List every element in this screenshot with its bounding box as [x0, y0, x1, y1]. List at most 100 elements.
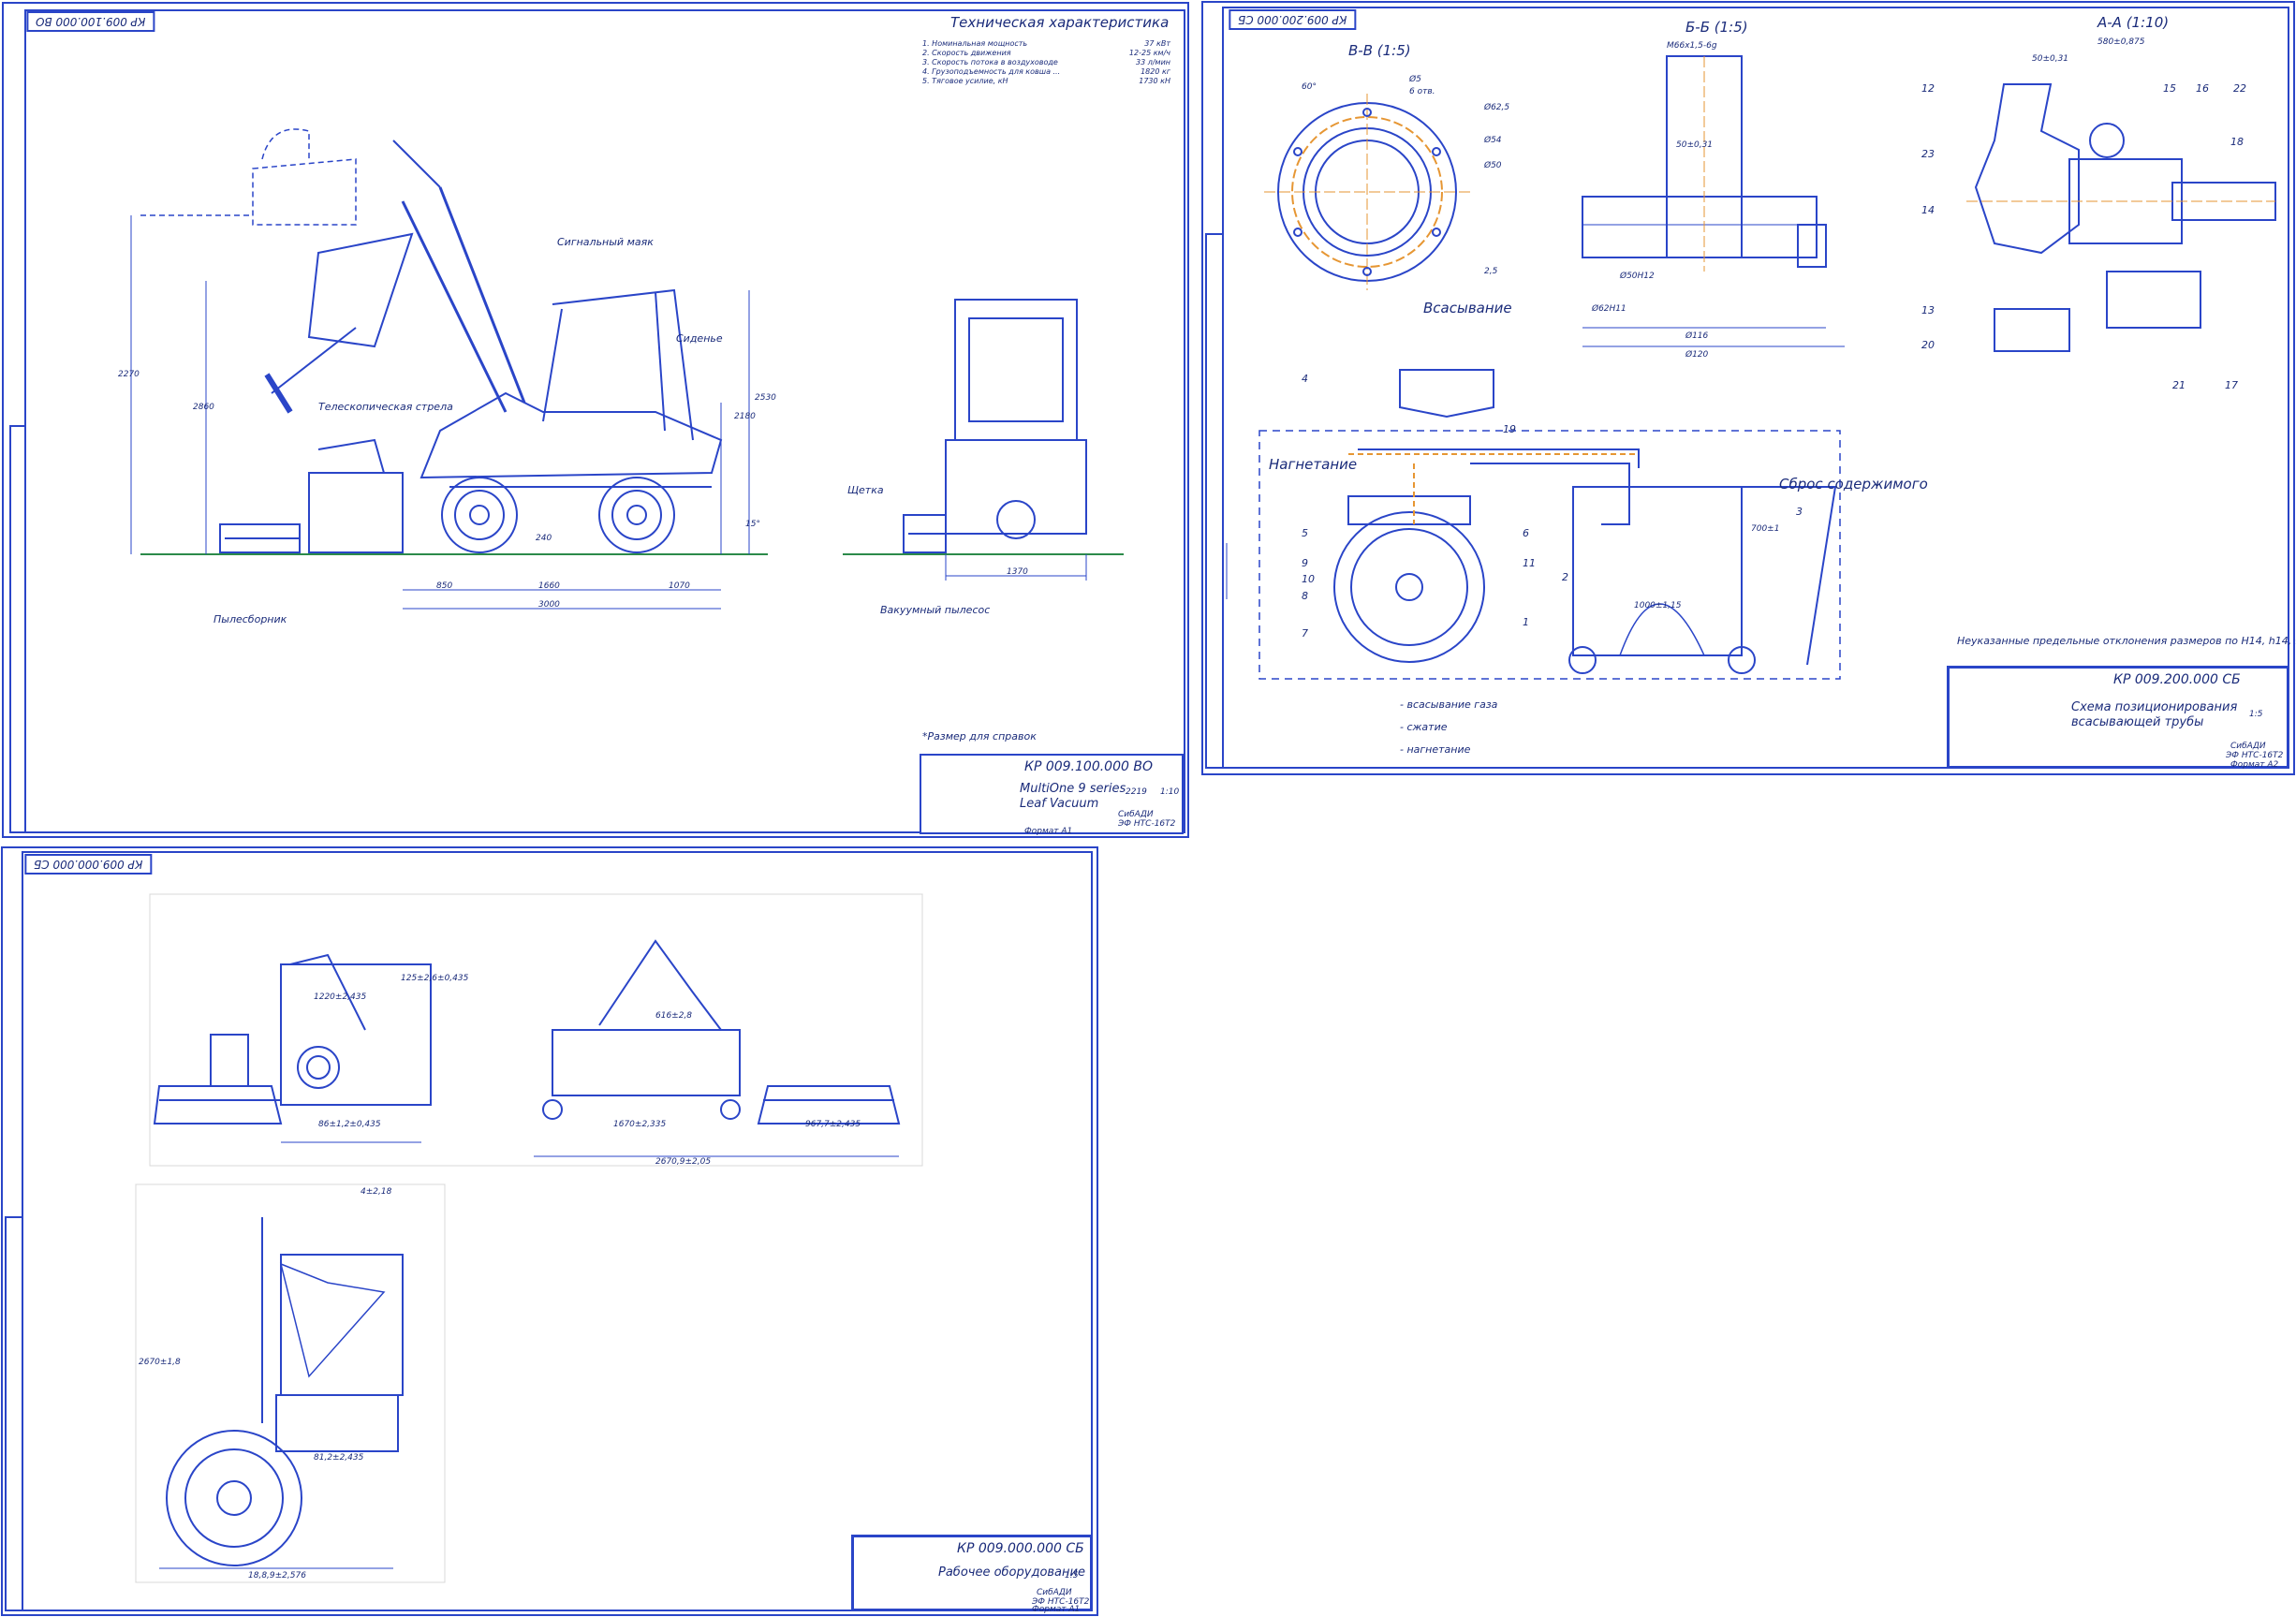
label-beacon: Сигнальный маяк: [557, 236, 654, 248]
view-bb-title: Б-Б (1:5): [1685, 19, 1748, 36]
spec-row: 4. Грузоподъемность для ковша ... 1820 кг: [922, 67, 1170, 76]
legend-discharge: - нагнетание: [1400, 743, 1471, 756]
dim-10: 1370: [1007, 567, 1028, 577]
leader-23: 23: [1921, 148, 1935, 160]
leader-10: 10: [1302, 573, 1315, 585]
leader-12: 12: [1921, 82, 1935, 95]
tank-dim-2: 700±1: [1751, 524, 1780, 534]
dim-11: 15°: [745, 520, 760, 529]
tb1-group: ЭФ НТС-16Т2: [1118, 819, 1176, 829]
spec-row: 1. Номинальная мощность 37 кВт: [922, 39, 1170, 48]
vv-dim-3: Ø50: [1484, 161, 1502, 170]
tb2-group: ЭФ НТС-16Т2: [2226, 751, 2284, 760]
tb1-format: Формат А1: [1024, 827, 1073, 836]
w-dim-1: 86±1,2±0,435: [318, 1120, 381, 1129]
spec-row: 2. Скорость движения 12-25 км/ч: [922, 49, 1170, 57]
w-dim-2: 1220±2,435: [314, 992, 367, 1002]
tb2-title2: всасывающей трубы: [2071, 715, 2204, 729]
label-pressure: Нагнетание: [1269, 456, 1358, 473]
label-suction: Всасывание: [1423, 300, 1512, 316]
w-dim-5: 967,7±2,435: [805, 1120, 861, 1129]
sheet3-title-block: КР 009.000.000 СБ Рабочее оборудование 1…: [852, 1536, 1092, 1614]
tb1-mass: 2219: [1126, 787, 1147, 797]
leader-14: 14: [1921, 204, 1935, 216]
tb1-scale: 1:10: [1160, 787, 1180, 797]
label-discharge: Сброс содержимого: [1779, 476, 1928, 492]
bb-dim-2: 50±0,31: [1676, 140, 1714, 150]
tolerance-note: Неуказанные предельные отклонения размер…: [1957, 635, 2296, 647]
sheet3-corner-stamp: КР 009.000.000 СБ: [24, 854, 153, 875]
spec-row: 3. Скорость потока в воздуховоде 33 л/мин: [922, 58, 1170, 66]
leader-17: 17: [2225, 379, 2238, 391]
tb2-title1: Схема позиционирования: [2071, 700, 2238, 714]
bb-dim-5: Ø62Н11: [1592, 304, 1626, 314]
vacuum-scheme: [1226, 369, 1841, 680]
dim-5: 240: [536, 534, 552, 543]
dim-9: 3000: [538, 600, 560, 610]
leader-18: 18: [2230, 136, 2244, 148]
view-aa: [1966, 83, 2276, 352]
legend-compression: - сжатие: [1400, 721, 1448, 733]
tb3-scale: 1:5: [1065, 1571, 1079, 1580]
dim-7: 1660: [538, 581, 560, 591]
dim-1: 2270: [118, 370, 140, 379]
w-dim-7: 18,8,9±2,576: [248, 1571, 306, 1580]
sheet2-title-block: КР 009.200.000 СБ Схема позиционирования…: [1948, 667, 2289, 770]
tb2-scale: 1:5: [2249, 710, 2263, 719]
spec-row: 5. Тяговое усилие, кН 1730 кН: [922, 77, 1170, 85]
leader-2: 2: [1562, 571, 1568, 583]
bb-dim-4: Ø120: [1685, 350, 1709, 360]
tb1-title1: MultiOne 9 series: [1020, 782, 1126, 796]
vv-dim-1: Ø62,5: [1484, 103, 1510, 112]
vv-dim-5: 6 отв.: [1409, 87, 1435, 96]
dim-8: 1070: [669, 581, 690, 591]
w-dim-6: 1670±2,335: [613, 1120, 667, 1129]
bb-dim-6: Ø50Н12: [1620, 272, 1655, 281]
leader-6: 6: [1523, 527, 1529, 539]
view-bb: [1582, 55, 1845, 347]
attachment-plan-view: [159, 1217, 404, 1569]
leader-22: 22: [2233, 82, 2246, 95]
view-aa-title: А-А (1:10): [2097, 14, 2170, 31]
label-note: *Размер для справок: [922, 730, 1037, 742]
leader-21: 21: [2172, 379, 2186, 391]
vv-dim-2: Ø54: [1484, 136, 1502, 145]
w-dim-4: 2670,9±2,05: [655, 1157, 712, 1167]
w-dim-9: 81,2±2,435: [314, 1453, 364, 1463]
leader-4: 4: [1302, 373, 1308, 385]
label-seat: Сиденье: [676, 332, 723, 345]
leader-3: 3: [1796, 506, 1803, 518]
tank-dim-1: 1000±1,15: [1634, 601, 1682, 610]
legend-suction: - всасывание газа: [1400, 698, 1498, 711]
bb-dim-3: Ø116: [1685, 331, 1709, 341]
sheet2-corner-stamp: КР 009.200.000 СБ: [1229, 9, 1357, 30]
leader-9: 9: [1302, 557, 1308, 569]
leader-20: 20: [1921, 339, 1935, 351]
tb2-code: КР 009.200.000 СБ: [2113, 672, 2241, 687]
vv-dim-7: 2,5: [1484, 267, 1498, 276]
tb3-org: СибАДИ: [1037, 1588, 1072, 1597]
tb1-code: КР 009.100.000 ВО: [1024, 759, 1153, 774]
vv-dim-6: 60°: [1302, 82, 1317, 92]
dim-4: 2530: [755, 393, 776, 403]
tb1-org: СибАДИ: [1118, 810, 1154, 819]
leader-5: 5: [1302, 527, 1308, 539]
dim-2: 2860: [193, 403, 214, 412]
dim-6: 850: [436, 581, 453, 591]
w-dim-11: 4±2,18: [361, 1187, 392, 1197]
leader-11: 11: [1523, 557, 1536, 569]
tb2-format: Формат А2: [2230, 760, 2279, 770]
tb3-code: КР 009.000.000 СБ: [957, 1541, 1084, 1556]
leader-16: 16: [2196, 82, 2209, 95]
aa-dim-1: 50±0,31: [2032, 54, 2069, 64]
view-vv-title: В-В (1:5): [1348, 42, 1411, 59]
w-dim-10: 2670±1,8: [139, 1358, 181, 1367]
attachment-side-view: [153, 953, 432, 1143]
loader-front-view: [903, 299, 1087, 581]
label-pump: Вакуумный пылесос: [880, 604, 991, 616]
w-dim-8: 616±2,8: [655, 1011, 693, 1021]
leader-13: 13: [1921, 304, 1935, 316]
dim-3: 2180: [734, 412, 756, 421]
leader-7: 7: [1302, 627, 1308, 639]
tb2-org: СибАДИ: [2230, 742, 2266, 751]
